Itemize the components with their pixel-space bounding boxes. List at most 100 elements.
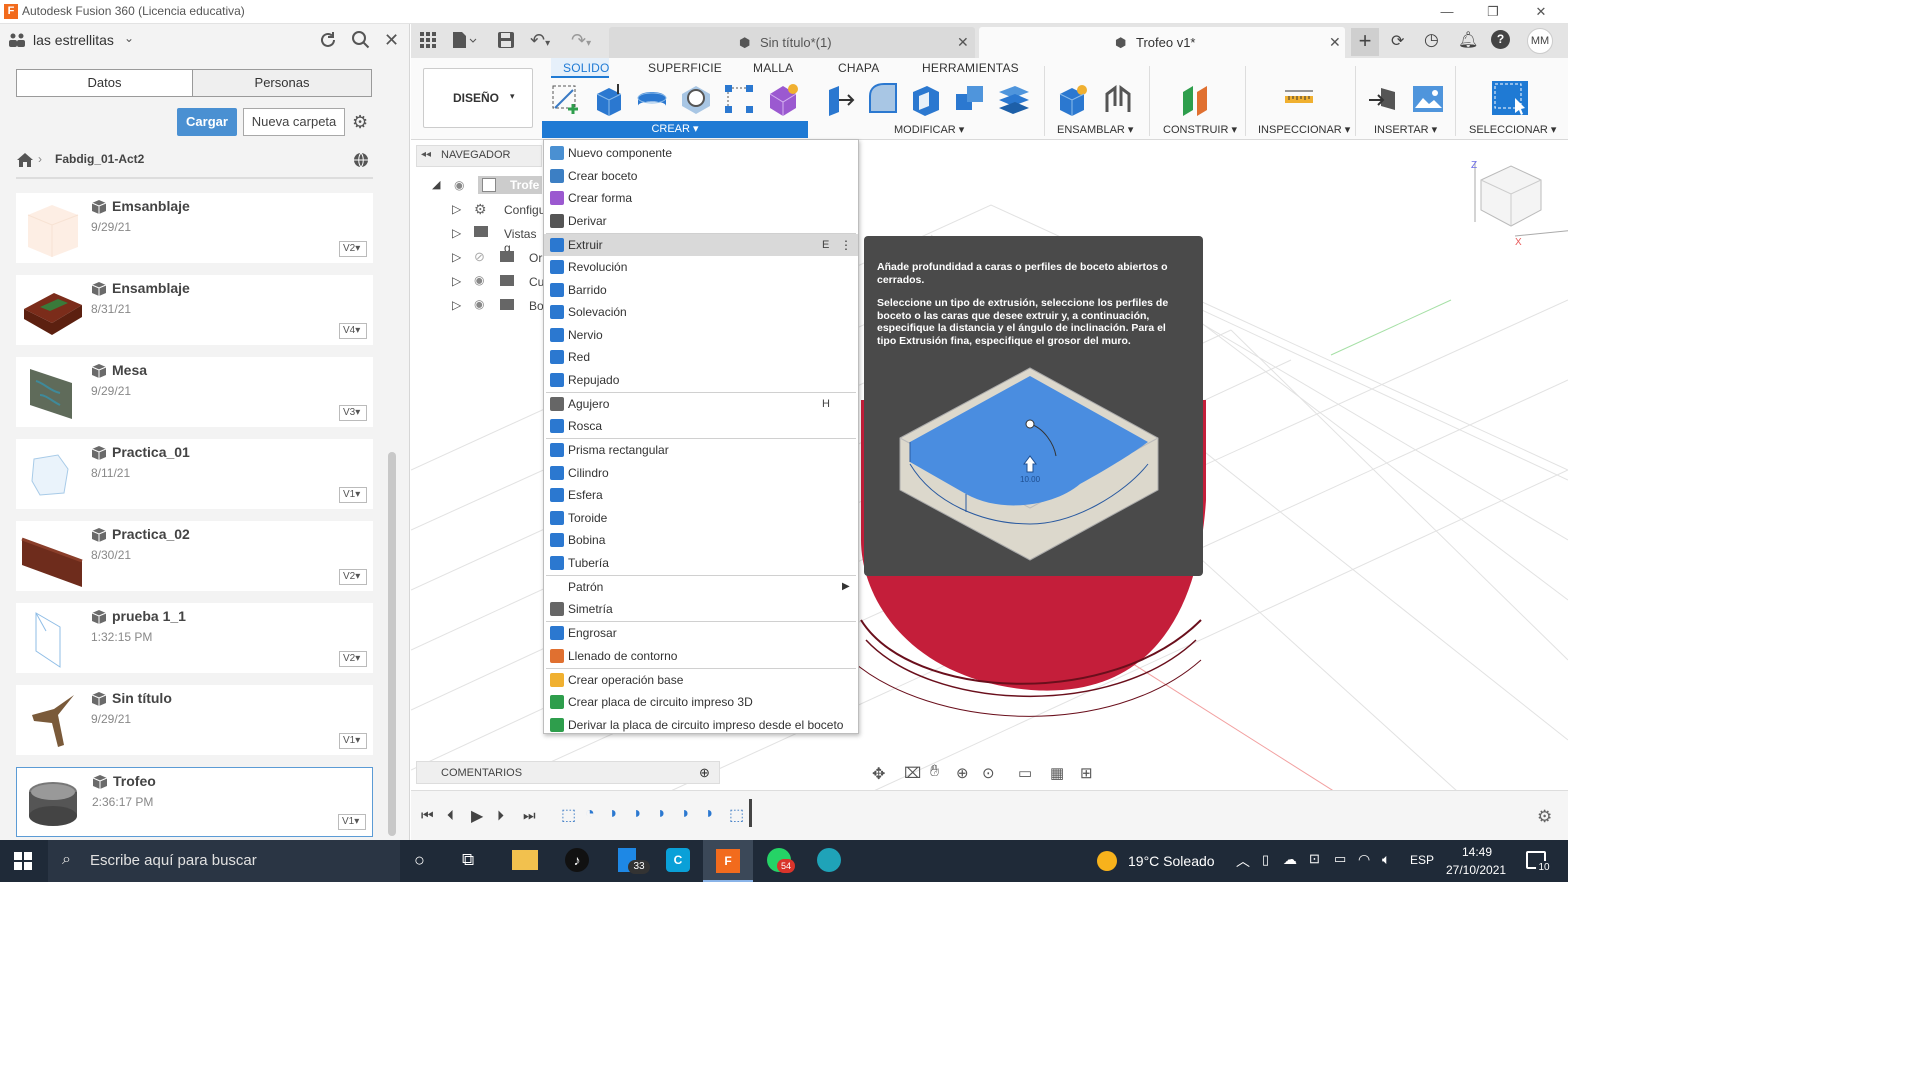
create-sketch-tool-icon[interactable] — [549, 82, 583, 116]
menu-item-sketch[interactable]: Crear boceto — [544, 165, 858, 187]
timeline-fillet-icon[interactable]: ◗ — [705, 805, 715, 823]
close-window-button[interactable]: ✕ — [1518, 2, 1564, 22]
undo-icon[interactable]: ↶▾ — [530, 30, 550, 51]
eye-icon[interactable]: ◉ — [474, 273, 484, 287]
tree-item-root[interactable]: Trofe — [478, 176, 542, 194]
timeline-marker[interactable] — [749, 799, 752, 827]
hole-tool-icon[interactable] — [679, 82, 713, 116]
avatar[interactable]: MM — [1527, 28, 1553, 54]
tree-item-label[interactable]: Configu — [504, 203, 545, 217]
version-badge[interactable]: V2▾ — [339, 241, 367, 257]
file-card-selected[interactable]: Trofeo 2:36:17 PM V1▾ — [16, 767, 373, 837]
close-tab-icon[interactable]: ✕ — [957, 27, 969, 58]
tree-expand-icon[interactable]: ◢ — [432, 178, 440, 191]
fusion-taskbar-button[interactable]: F — [703, 840, 753, 882]
wifi-icon[interactable]: ◠ — [1358, 851, 1370, 868]
tab-solido[interactable]: SOLIDO — [563, 61, 610, 75]
version-badge[interactable]: V2▾ — [339, 651, 367, 667]
shell-tool-icon[interactable] — [909, 82, 943, 116]
viewports-icon[interactable]: ⊞ — [1080, 764, 1093, 782]
tree-item-label[interactable]: Bo — [529, 299, 544, 313]
menu-item-pcb[interactable]: Crear placa de circuito impreso 3D — [544, 691, 858, 713]
menu-item-loft[interactable]: Solevación — [544, 301, 858, 323]
menu-item-torus[interactable]: Toroide — [544, 507, 858, 529]
tab-herramientas[interactable]: HERRAMIENTAS — [922, 61, 1019, 75]
notifications-icon[interactable]: 🔔︎ — [1458, 30, 1478, 50]
pan-icon[interactable]: ✋︎ — [930, 763, 939, 781]
tree-expand-icon[interactable]: ▷ — [452, 226, 461, 240]
new-component-tool-icon[interactable] — [1056, 82, 1090, 116]
tiktok-icon[interactable]: ♪ — [565, 848, 589, 872]
edge-icon[interactable] — [817, 848, 841, 872]
tree-expand-icon[interactable]: ▷ — [452, 274, 461, 288]
tree-expand-icon[interactable]: ▷ — [452, 202, 461, 216]
weather-text[interactable]: 19°C Soleado — [1128, 853, 1215, 869]
cortana-icon[interactable]: ○ — [414, 850, 425, 871]
version-badge[interactable]: V2▾ — [339, 569, 367, 585]
file-card[interactable]: Sin título 9/29/21 V1▾ — [16, 685, 373, 755]
timeline-sketch-icon[interactable]: ⬚ — [561, 805, 576, 825]
breadcrumb[interactable]: Fabdig_01-Act2 — [55, 152, 144, 166]
battery-icon[interactable]: ▭ — [1334, 851, 1346, 867]
file-explorer-icon[interactable] — [512, 850, 538, 870]
revolve-tool-icon[interactable] — [635, 82, 669, 116]
menu-item-sphere[interactable]: Esfera — [544, 484, 858, 506]
file-card[interactable]: Ensamblaje 8/31/21 V4▾ — [16, 275, 373, 345]
timeline-fillet-icon[interactable]: ◗ — [633, 805, 643, 823]
tab-personas[interactable]: Personas — [192, 69, 372, 97]
eye-icon[interactable]: ◉ — [454, 178, 464, 192]
file-card[interactable]: prueba 1_1 1:32:15 PM V2▾ — [16, 603, 373, 673]
grid-settings-icon[interactable]: ▦ — [1050, 764, 1064, 782]
menu-item-pcb-sketch[interactable]: Derivar la placa de circuito impreso des… — [544, 714, 858, 736]
menu-item-mirror[interactable]: Simetría — [544, 598, 858, 620]
menu-item-box[interactable]: Prisma rectangular — [544, 439, 858, 461]
menu-item-new-component[interactable]: Nuevo componente — [544, 142, 858, 164]
help-icon[interactable]: ? — [1491, 30, 1510, 49]
version-badge[interactable]: V1▾ — [339, 487, 367, 503]
menu-item-rib[interactable]: Nervio — [544, 324, 858, 346]
extensions-icon[interactable]: ⟳ — [1391, 31, 1404, 51]
look-at-icon[interactable]: ⌧ — [904, 764, 921, 782]
close-panel-icon[interactable]: ✕ — [384, 30, 399, 51]
combine-tool-icon[interactable] — [953, 82, 987, 116]
group-insertar[interactable]: INSERTAR ▾ — [1374, 123, 1437, 136]
globe-icon[interactable] — [352, 151, 370, 169]
clock-time[interactable]: 14:49 — [1462, 845, 1492, 859]
save-icon[interactable] — [497, 31, 515, 49]
form-tool-icon[interactable] — [766, 82, 800, 116]
file-card[interactable]: Emsanblaje 9/29/21 V2▾ — [16, 193, 373, 263]
menu-item-revolve[interactable]: Revolución — [544, 256, 858, 278]
pattern-tool-icon[interactable] — [722, 82, 756, 116]
tree-expand-icon[interactable]: ▷ — [452, 250, 461, 264]
file-card[interactable]: Mesa 9/29/21 V3▾ — [16, 357, 373, 427]
display-icon[interactable]: ⊡ — [1309, 851, 1320, 867]
next-step-icon[interactable]: ⏵︎ — [497, 807, 504, 824]
taskbar-search[interactable]: ⌕ Escribe aquí para buscar — [48, 840, 400, 882]
timeline-features[interactable]: ⬚ ◔ ◗ ◗ ◗ ◗ ◗ ⬚ — [561, 805, 751, 829]
search-icon[interactable] — [351, 30, 371, 50]
grid-menu-icon[interactable] — [419, 31, 437, 49]
file-card[interactable]: Practica_01 8/11/21 V1▾ — [16, 439, 373, 509]
offset-plane-tool-icon[interactable] — [1179, 82, 1213, 116]
team-name[interactable]: las estrellitas — [33, 32, 114, 48]
tree-expand-icon[interactable]: ▷ — [452, 298, 461, 312]
group-ensamblar[interactable]: ENSAMBLAR ▾ — [1057, 123, 1133, 136]
orbit-icon[interactable]: ✥ — [872, 764, 885, 784]
comments-panel[interactable]: COMENTARIOS ⊕ — [416, 761, 720, 784]
extrude-tool-icon[interactable] — [591, 82, 625, 116]
tab-sin-titulo[interactable]: ⬢ Sin título*(1) ✕ — [609, 27, 975, 58]
menu-item-pipe[interactable]: Tubería — [544, 552, 858, 574]
version-badge[interactable]: V4▾ — [339, 323, 367, 339]
tab-malla[interactable]: MALLA — [753, 61, 793, 75]
menu-item-web[interactable]: Red — [544, 346, 858, 368]
joint-tool-icon[interactable] — [1101, 82, 1135, 116]
volume-icon[interactable]: 🔈︎ — [1382, 851, 1390, 868]
workspace-switcher[interactable]: DISEÑO ▾ — [423, 68, 533, 128]
timeline-fillet-icon[interactable]: ◗ — [609, 805, 619, 823]
group-crear[interactable]: CREAR ▾ — [542, 121, 808, 138]
menu-item-thicken[interactable]: Engrosar — [544, 622, 858, 644]
timeline-settings-icon[interactable]: ⚙ — [1537, 807, 1552, 827]
add-comment-icon[interactable]: ⊕ — [699, 765, 710, 781]
last-step-icon[interactable]: ⏭︎ — [523, 807, 536, 824]
timeline-sketch-icon[interactable]: ⬚ — [729, 805, 744, 825]
